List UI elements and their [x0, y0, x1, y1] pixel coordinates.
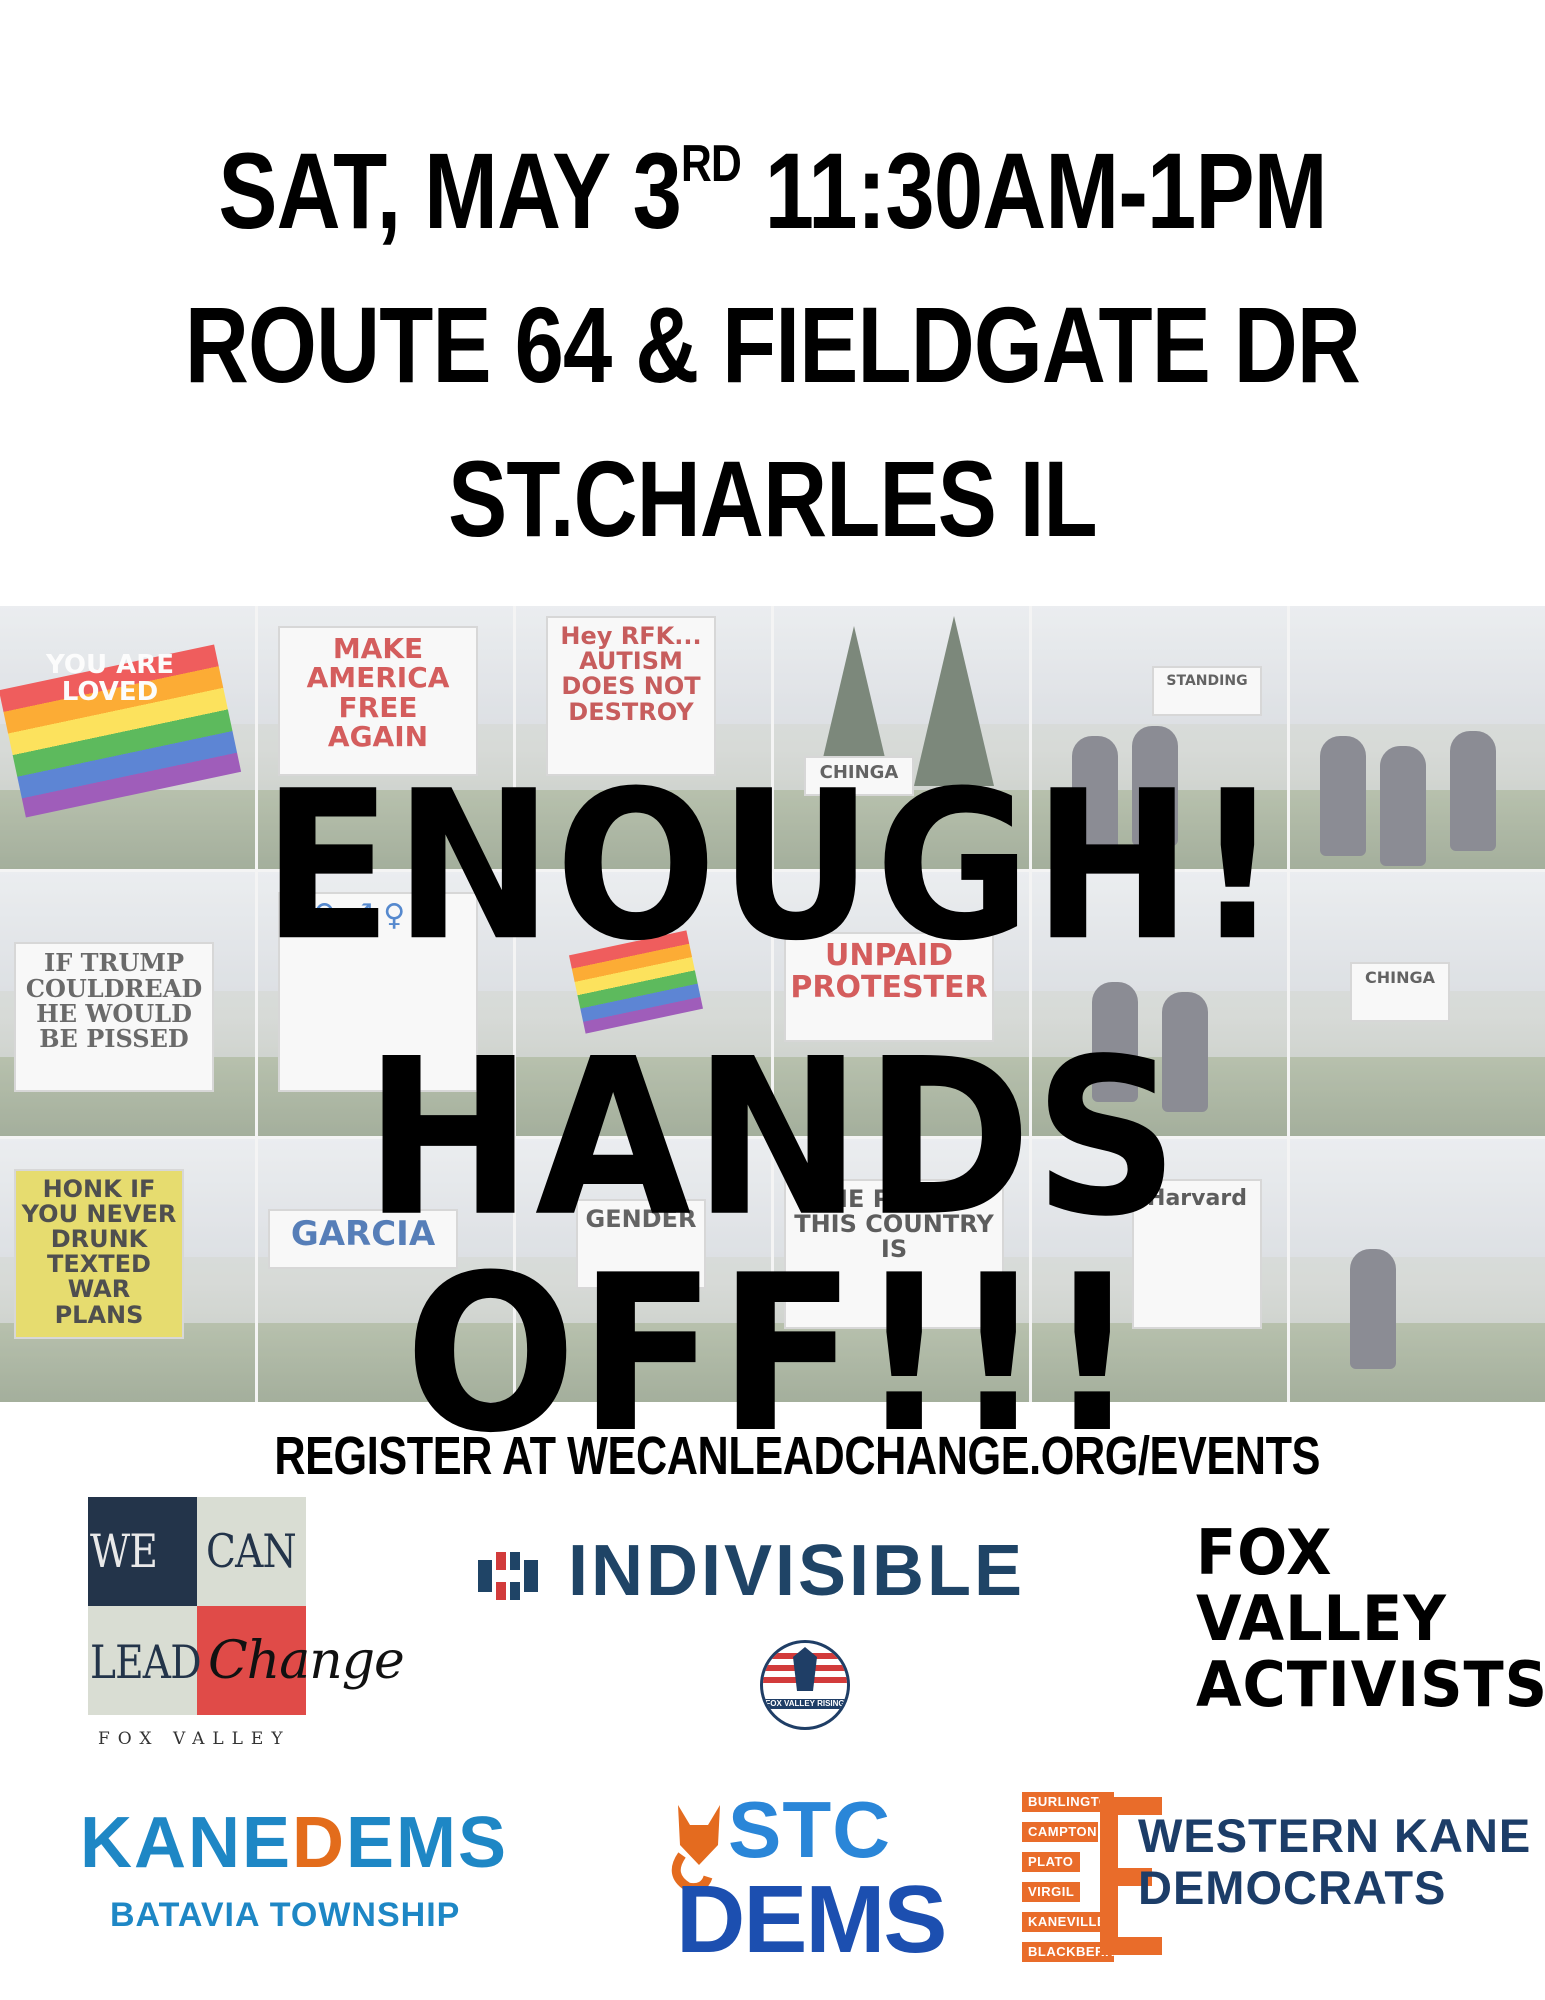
- fva-line: ACTIVISTS: [1196, 1648, 1545, 1721]
- slogan-hands-off: HANDS OFF!!!: [364, 1012, 1181, 1481]
- sign-text: CHINGA: [1350, 962, 1450, 1023]
- kane-dems-logo: KANEDEMS: [80, 1803, 509, 1883]
- fox-valley-rising-badge: FOX VALLEY RISING: [760, 1640, 850, 1730]
- stc-logo-text: STC: [728, 1785, 891, 1874]
- we-can-lead-change-logo: WE CAN LEAD Change FOX VALLEY: [88, 1497, 405, 1749]
- sign-text: YOU ARE LOVED: [45, 650, 175, 708]
- western-kane-line2: DEMOCRATS: [1138, 1861, 1447, 1914]
- event-city: ST.CHARLES IL: [448, 438, 1097, 559]
- stc-dems-logo: DEMS: [676, 1866, 947, 1973]
- township-tag: VIRGIL: [1022, 1882, 1080, 1902]
- register-url: REGISTER AT WECANLEADCHANGE.ORG/EVENTS: [274, 1426, 1321, 1486]
- township-tag: KANEVILLE: [1022, 1912, 1106, 1932]
- indivisible-logo-mark-icon: [478, 1552, 538, 1600]
- sign-text: STANDING: [1152, 666, 1262, 716]
- batavia-township-label: BATAVIA TOWNSHIP: [110, 1896, 461, 1934]
- event-date-time: SAT, MAY 3RD 11:30AM-1PM: [218, 130, 1327, 251]
- western-kane-line1: WESTERN KANE: [1138, 1809, 1532, 1862]
- event-location: ROUTE 64 & FIELDGATE DR: [184, 284, 1361, 405]
- slogan-enough: ENOUGH!: [262, 747, 1283, 987]
- western-kane-e-mark-bottom: [1100, 1937, 1162, 1955]
- indivisible-logo: INDIVISIBLE: [568, 1531, 1026, 1611]
- township-tag: CAMPTON: [1022, 1822, 1098, 1842]
- township-tag: PLATO: [1022, 1852, 1080, 1872]
- fva-line: FOX: [1196, 1516, 1333, 1589]
- fva-line: VALLEY: [1196, 1582, 1447, 1655]
- fox-icon: [763, 1647, 847, 1691]
